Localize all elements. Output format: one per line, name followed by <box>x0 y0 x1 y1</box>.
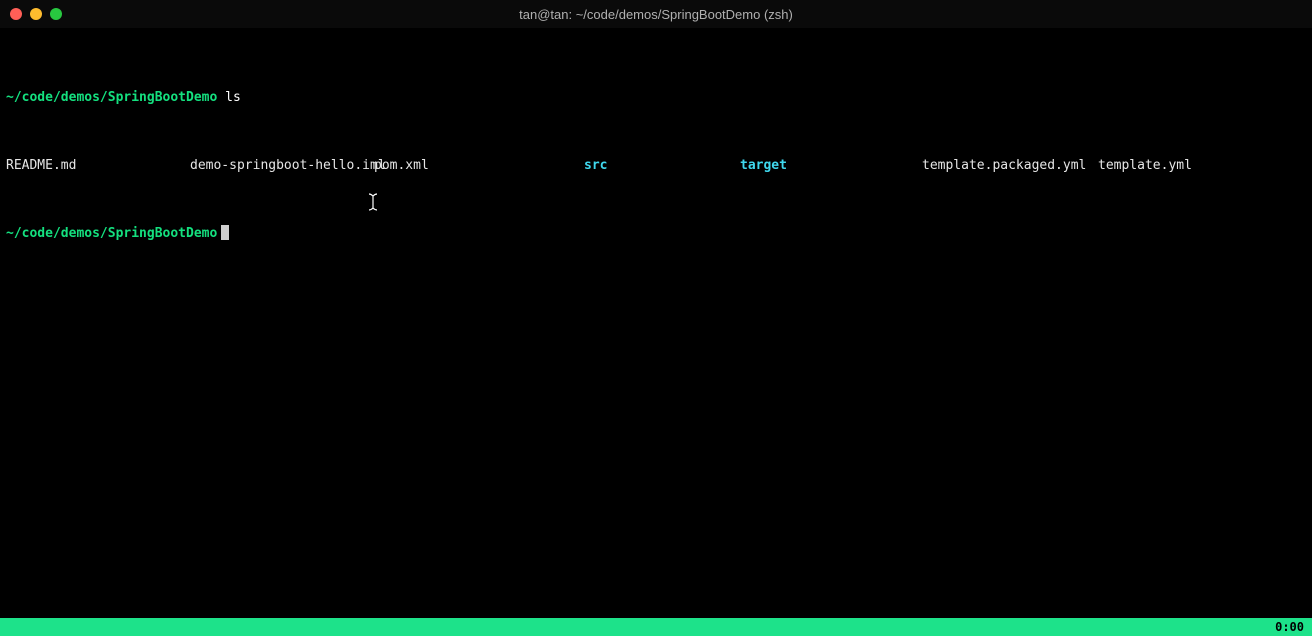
file-template-packaged: template.packaged.yml <box>922 157 1098 174</box>
file-template: template.yml <box>1098 157 1192 174</box>
prompt-line-2: ~/code/demos/SpringBootDemo <box>6 225 1306 242</box>
minimize-window-button[interactable] <box>30 8 42 20</box>
tmux-statusbar: 0:00 <box>0 618 1312 636</box>
command-ls: ls <box>225 90 241 105</box>
prompt-line-1: ~/code/demos/SpringBootDemo ls <box>6 89 1306 106</box>
traffic-lights <box>10 8 62 20</box>
prompt-path: ~/code/demos/SpringBootDemo <box>6 225 217 242</box>
statusbar-right: 0:00 <box>1275 619 1304 636</box>
dir-target: target <box>740 157 922 174</box>
command-text: ls <box>217 89 240 106</box>
close-window-button[interactable] <box>10 8 22 20</box>
terminal-cursor <box>221 225 229 240</box>
terminal-viewport[interactable]: ~/code/demos/SpringBootDemo ls README.md… <box>0 28 1312 310</box>
ibeam-cursor-icon <box>335 176 349 194</box>
maximize-window-button[interactable] <box>50 8 62 20</box>
dir-src: src <box>584 157 740 174</box>
window-titlebar: tan@tan: ~/code/demos/SpringBootDemo (zs… <box>0 0 1312 28</box>
window-title: tan@tan: ~/code/demos/SpringBootDemo (zs… <box>62 6 1250 23</box>
prompt-path: ~/code/demos/SpringBootDemo <box>6 89 217 106</box>
file-readme: README.md <box>6 157 190 174</box>
file-iml: demo-springboot-hello.iml <box>190 157 374 174</box>
ls-output-row: README.mddemo-springboot-hello.imlpom.xm… <box>6 157 1306 174</box>
file-pom: pom.xml <box>374 157 584 174</box>
